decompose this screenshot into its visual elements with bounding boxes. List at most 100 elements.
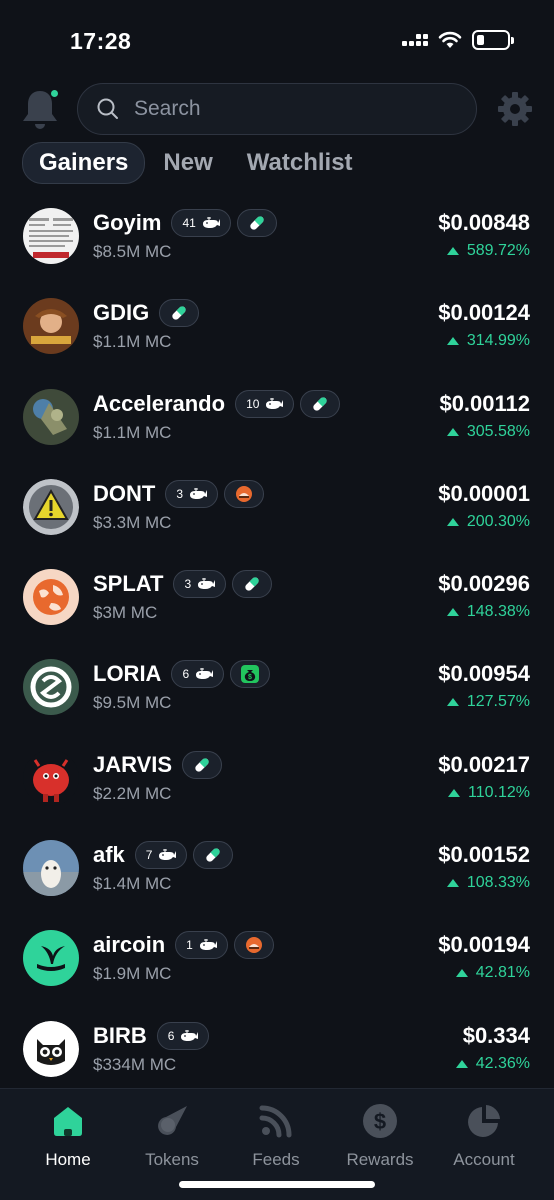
up-arrow-icon (446, 247, 459, 255)
token-change-value: 110.12% (468, 783, 530, 801)
search-icon (97, 98, 118, 119)
whale-count-badge: 7 (134, 841, 188, 870)
tab-new[interactable]: New (147, 143, 228, 183)
token-row[interactable]: aircoin 1 $1.9M MC $0.00194 42.81% (0, 922, 554, 1012)
nav-tokens-label: Tokens (145, 1150, 199, 1169)
cellular-signal-icon (402, 34, 428, 46)
token-change: 589.72% (446, 242, 530, 260)
token-name-line: Accelerando 10 (93, 389, 346, 419)
svg-text:$: $ (248, 674, 252, 681)
pill-icon (245, 577, 259, 591)
token-change: 110.12% (448, 784, 530, 802)
token-price: $0.00001 (438, 480, 530, 506)
token-name-line: GDIG (93, 298, 205, 328)
token-change: 127.57% (446, 693, 530, 711)
token-name-line: LORIA 6 $ (93, 659, 276, 689)
token-name: JARVIS (93, 751, 173, 777)
pill-icon (195, 758, 209, 772)
token-name-line: BIRB 6 (93, 1021, 215, 1051)
tab-watchlist[interactable]: Watchlist (231, 143, 369, 183)
token-change: 305.58% (446, 422, 530, 441)
token-change: 148.38% (446, 603, 530, 621)
token-tag-badge (182, 750, 223, 779)
whale-count: 3 (176, 486, 184, 501)
token-change-value: 108.33% (466, 874, 530, 892)
up-arrow-icon (446, 698, 459, 707)
up-arrow-icon (446, 427, 459, 436)
status-time: 17:28 (70, 28, 132, 54)
whale-icon (181, 1029, 199, 1041)
token-price: $0.334 (462, 1022, 530, 1048)
token-market-cap: $1.4M MC (93, 874, 172, 894)
token-name-line: SPLAT 3 (93, 569, 278, 599)
pill-icon (250, 216, 264, 230)
gear-icon[interactable] (496, 90, 534, 128)
token-change-value: 314.99% (466, 332, 530, 350)
token-tag-badge (159, 299, 200, 328)
whale-count-badge: 10 (235, 389, 295, 418)
nav-home[interactable]: Home (18, 1103, 118, 1170)
token-tag-badge (233, 931, 274, 960)
wifi-icon (438, 31, 462, 48)
whale-count-badge: 1 (175, 931, 228, 960)
token-tag-badge (193, 841, 234, 870)
token-name: SPLAT (93, 571, 164, 597)
nav-account[interactable]: Account (434, 1103, 534, 1170)
token-price: $0.00112 (439, 390, 530, 416)
up-arrow-icon (446, 517, 459, 526)
token-avatar (23, 478, 79, 535)
token-tag-badge: $ (230, 660, 271, 689)
nav-feeds[interactable]: Feeds (226, 1103, 326, 1170)
token-change: 108.33% (446, 874, 530, 892)
token-row[interactable]: JARVIS $2.2M MC $0.00217 110.12% (0, 742, 554, 832)
token-row[interactable]: LORIA 6 $ $9.5M MC $0.00954 127.57% (0, 651, 554, 741)
token-change: 42.81% (455, 964, 530, 982)
whale-count-badge: 6 (171, 660, 225, 689)
token-price: $0.00296 (438, 571, 530, 597)
token-change-value: 127.57% (466, 693, 530, 711)
token-row[interactable]: afk 7 $1.4M MC $0.00152 108.33% (0, 832, 554, 922)
token-market-cap: $3M MC (93, 603, 158, 623)
token-avatar (23, 840, 79, 897)
token-row[interactable]: SPLAT 3 $3M MC $0.00296 148.38% (0, 561, 554, 651)
whale-count-badge: 6 (156, 1021, 210, 1050)
svg-text:$: $ (374, 1109, 386, 1134)
token-row[interactable]: Accelerando 10 $1.1M MC $0.00112 305.58% (0, 381, 554, 471)
nav-tokens[interactable]: Tokens (122, 1103, 222, 1170)
up-arrow-icon (446, 879, 459, 888)
dollar-coin-icon: $ (363, 1104, 397, 1138)
token-name: LORIA (93, 661, 162, 687)
token-change-value: 305.58% (466, 422, 530, 440)
whale-count: 10 (246, 396, 260, 411)
rss-icon (259, 1105, 292, 1138)
pill-icon (172, 306, 186, 320)
token-row[interactable]: Goyim 41 $8.5M MC $0.00848 589.72% (0, 200, 554, 290)
token-avatar (23, 1020, 79, 1077)
up-arrow-icon (455, 1059, 468, 1068)
token-tag-badge (300, 389, 341, 418)
token-avatar (23, 569, 79, 626)
token-market-cap: $8.5M MC (93, 242, 172, 261)
up-arrow-icon (446, 337, 459, 346)
nav-rewards[interactable]: $ Rewards (330, 1103, 430, 1170)
whale-count-badge: 3 (173, 570, 227, 599)
token-change: 314.99% (446, 332, 530, 350)
token-name: BIRB (93, 1022, 147, 1048)
search-placeholder: Search (134, 97, 201, 120)
token-market-cap: $1.1M MC (93, 332, 172, 352)
search-input[interactable]: Search (77, 83, 477, 135)
pill-icon (206, 848, 221, 862)
comet-icon (158, 1106, 187, 1135)
token-avatar (23, 749, 79, 806)
token-row[interactable]: GDIG $1.1M MC $0.00124 314.99% (0, 290, 554, 380)
token-change-value: 42.36% (475, 1054, 530, 1072)
whale-count-badge: 41 (171, 209, 231, 237)
token-row[interactable]: DONT 3 $3.3M MC $0.00001 200.30% (0, 471, 554, 561)
pill-icon (313, 396, 328, 411)
token-change: 42.36% (455, 1054, 530, 1073)
token-price: $0.00217 (438, 751, 530, 777)
tab-gainers[interactable]: Gainers (22, 142, 146, 184)
token-avatar (23, 298, 79, 355)
nav-rewards-label: Rewards (346, 1150, 414, 1169)
platform-icon (245, 937, 262, 954)
